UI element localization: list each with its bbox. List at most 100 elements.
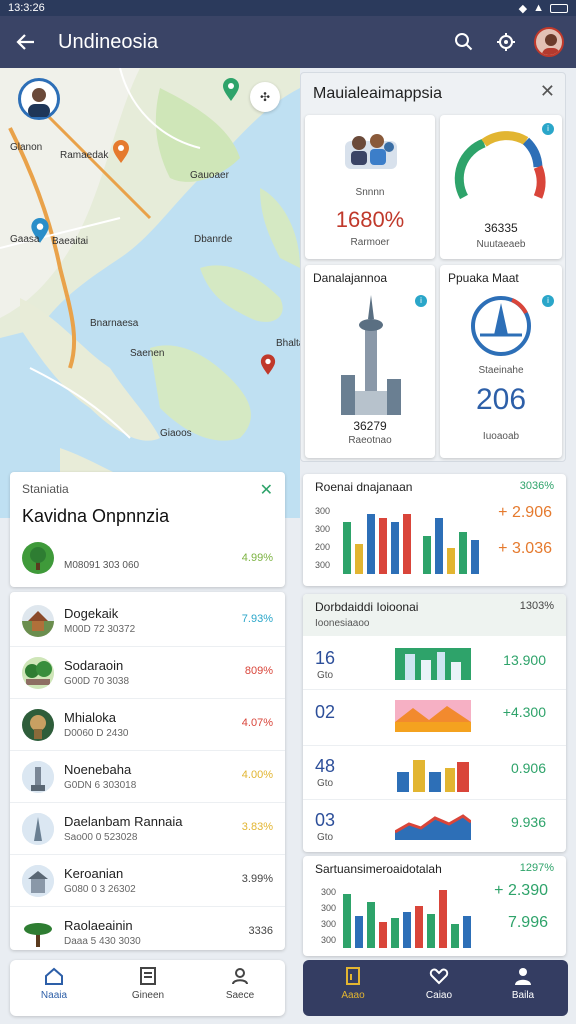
profile-avatar[interactable]	[534, 27, 564, 57]
battery-icon	[550, 3, 568, 13]
tree-icon	[24, 923, 52, 947]
list-item[interactable]: Dogekaik M00D 72 30372 7.93%	[10, 596, 285, 647]
nav-label: Baila	[511, 990, 535, 1001]
chart-card-2[interactable]: Sartuansimeroaidotalah 1297% 300 300 300…	[303, 856, 566, 956]
bar	[451, 924, 459, 948]
map-pin-orange[interactable]	[112, 140, 130, 169]
place-thumbnail	[22, 761, 54, 793]
row-number: 03	[315, 810, 336, 830]
signal-icon: ▲	[533, 2, 544, 14]
bar	[471, 540, 479, 574]
place-code: G00D 70 3038	[64, 676, 130, 687]
stat-value: 206	[475, 383, 527, 416]
location-button[interactable]	[488, 24, 524, 60]
bar	[459, 532, 467, 574]
page-title: Undineosia	[58, 30, 159, 53]
nav-saved[interactable]: Aaao	[313, 966, 393, 1012]
stat-card-people[interactable]: Snnnn 1680% Rarmoer	[305, 115, 435, 259]
bar	[367, 902, 375, 948]
place-name: Mhialoka	[64, 710, 117, 725]
map-pin-icon	[260, 354, 276, 375]
place-name: Raolaeainin	[64, 918, 133, 933]
map-label: Gaasa	[10, 234, 40, 245]
home-icon	[45, 967, 63, 985]
list-item[interactable]: Mhialoka D0060 D 2430 4.07%	[10, 700, 285, 751]
map-pin-icon	[223, 78, 239, 101]
stat-card-airport[interactable]: Ppuaka Maat i Staeinahe 206 Iuoaoab	[440, 265, 562, 458]
nav-list[interactable]: Gineen	[108, 966, 188, 1012]
nav-account[interactable]: Baila	[483, 966, 563, 1012]
place-value: 3336	[248, 925, 273, 937]
close-icon: ✕	[259, 482, 273, 499]
close-info-panel-button[interactable]: ✕	[540, 81, 555, 102]
map-layer-button[interactable]: ✣	[250, 82, 280, 112]
table-row[interactable]: 48 Gto 0.906	[303, 746, 566, 800]
person-icon	[515, 968, 531, 985]
place-value: 3.83%	[241, 821, 273, 833]
nav-label: Caiao	[425, 990, 453, 1001]
summary-thumb	[22, 542, 54, 574]
gauge-chart	[454, 131, 546, 200]
stat-card-gauge[interactable]: i 36335 Nuutaeaeb	[440, 115, 562, 259]
place-code: G080 0 3 26302	[64, 884, 136, 895]
y-tick: 300	[315, 560, 331, 570]
summary-title: Kavidna Onpnnzia	[22, 506, 170, 526]
back-button[interactable]	[8, 24, 44, 60]
row-thumbnail-image	[395, 648, 471, 680]
place-thumbnail	[22, 605, 54, 637]
table-row[interactable]: 02 +4.300	[303, 690, 566, 746]
map-label: Gauoaer	[190, 170, 229, 181]
list-item[interactable]: Daelanbam Rannaia Sao00 0 523028 3.83%	[10, 804, 285, 855]
y-tick: 300	[315, 506, 331, 516]
map-pin-green[interactable]	[222, 78, 240, 107]
bookmark-icon	[346, 967, 360, 985]
summary-card[interactable]: Staniatia ✕ Kavidna Onpnnzia M08091 303 …	[10, 472, 285, 587]
temple-icon	[22, 611, 54, 637]
nav-profile[interactable]: Saece	[200, 966, 280, 1012]
bottom-nav-left: Naaia Gineen Saece	[10, 960, 285, 1016]
row-number: 16	[315, 648, 336, 668]
list-item[interactable]: Raolaeainin Daaa 5 430 3030 3336	[10, 908, 285, 959]
chart-card-1[interactable]: Roenai dnajanaan 3036% 300 300 200 300 +…	[303, 474, 566, 586]
place-value: 3.99%	[241, 873, 273, 885]
y-tick: 300	[315, 524, 331, 534]
place-thumbnail	[22, 917, 54, 949]
person-avatar-icon	[28, 88, 50, 118]
stat-label: Iuoaoab	[482, 431, 520, 442]
bar	[435, 518, 443, 574]
bar	[355, 916, 363, 948]
nav-home[interactable]: Naaia	[14, 966, 94, 1012]
place-thumbnail	[22, 657, 54, 689]
table-row[interactable]: 16 Gto 13.900	[303, 638, 566, 690]
spire-icon	[22, 813, 54, 845]
list-item[interactable]: Noenebaha G0DN 6 303018 4.00%	[10, 752, 285, 803]
compass-icon	[471, 296, 531, 356]
row-sub: Gto	[317, 778, 334, 789]
bar	[355, 544, 363, 574]
row-value: 9.936	[510, 814, 546, 830]
person-icon	[232, 968, 248, 985]
bar-chart-1	[343, 514, 479, 574]
table-card: Dorbdaiddi Ioioonai Ioonesiaaoo 1303% 16…	[303, 594, 566, 852]
search-button[interactable]	[446, 24, 482, 60]
stat-card-landmark[interactable]: Danalajannoa i 36279 Raeotnao	[305, 265, 435, 458]
list-item[interactable]: Keroanian G080 0 3 26302 3.99%	[10, 856, 285, 907]
map-view[interactable]: ✣ Glanon Ramaedak Gauoaer Baeaitai Gaasa…	[0, 68, 300, 518]
avatar-icon	[542, 34, 560, 55]
document-icon	[140, 967, 156, 985]
status-time: 13:3:26	[8, 2, 45, 14]
close-summary-button[interactable]: ✕	[260, 480, 273, 500]
list-item[interactable]: Sodaraoin G00D 70 3038 809%	[10, 648, 285, 699]
user-location-avatar[interactable]	[18, 78, 60, 120]
nav-favorites[interactable]: Caiao	[399, 966, 479, 1012]
bar	[427, 914, 435, 948]
table-row[interactable]: 03 Gto 9.936	[303, 800, 566, 852]
bar	[403, 912, 411, 948]
map-pin-red[interactable]	[260, 354, 276, 381]
gauge-segment	[522, 137, 543, 168]
layers-icon: ✣	[259, 90, 271, 104]
building-icon	[22, 865, 54, 897]
stat-value: 1680%	[335, 207, 405, 232]
bar	[379, 518, 387, 574]
table-subtitle: Ioonesiaaoo	[315, 618, 370, 629]
